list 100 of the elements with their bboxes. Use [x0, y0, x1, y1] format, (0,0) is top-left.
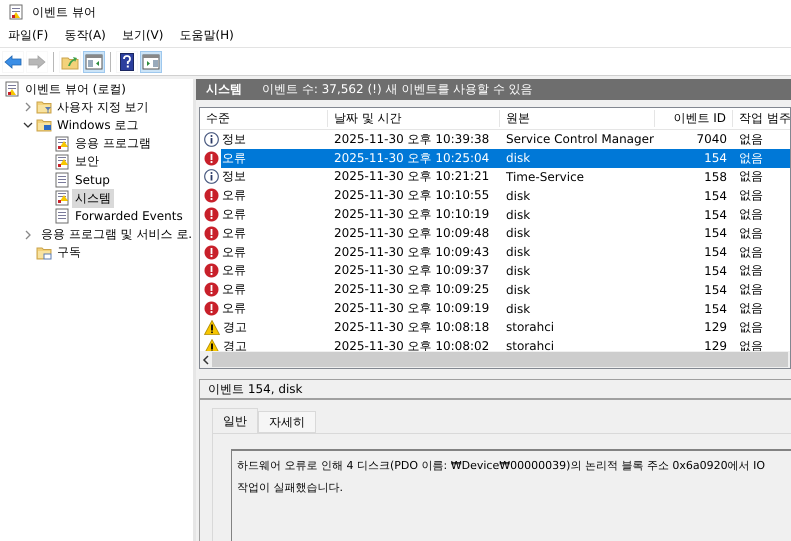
table-cell-text: 정보 — [221, 130, 247, 148]
back-arrow-icon — [4, 54, 22, 68]
menu-item[interactable]: 도움말(H) — [173, 25, 240, 46]
table-cell-text: Service Control Manager — [505, 131, 655, 148]
toolbar-button[interactable] — [140, 50, 162, 72]
table-cell-text: 오류 — [221, 281, 247, 298]
table-cell-text: 없음 — [738, 206, 764, 224]
table-cell-text: 오류 — [221, 224, 247, 242]
toolbar-button[interactable] — [83, 50, 105, 72]
event-count: 이벤트 수: 37,562 (!) 새 이벤트를 사용할 수 있음 — [262, 81, 533, 98]
table-cell-text: 2025-11-30 오후 10:09:43 — [333, 244, 490, 261]
table-cell-text: disk — [505, 225, 532, 242]
table-cell-text: disk — [505, 244, 532, 262]
menu-item[interactable]: 파일(F) — [2, 25, 54, 46]
tree-item[interactable]: Setup — [72, 172, 113, 188]
column-header[interactable]: 작업 범주 — [733, 110, 790, 127]
table-cell-text: disk — [505, 282, 532, 299]
pane-icon — [85, 54, 103, 70]
table-cell: 154 — [655, 148, 733, 168]
table-cell-text: 경고 — [222, 318, 248, 336]
table-cell-text: 154 — [703, 225, 728, 242]
table-cell-text: 오류 — [221, 187, 247, 204]
table-cell-text: 154 — [703, 282, 728, 299]
window-title: 이벤트 뷰어 — [32, 4, 96, 20]
table-cell-text: 129 — [703, 338, 728, 351]
help-icon — [120, 52, 134, 70]
table-cell-text: 오류 — [221, 262, 247, 280]
table-cell-text: 없음 — [738, 300, 764, 318]
table-cell-text: 없음 — [738, 244, 764, 261]
menu-item[interactable]: 동작(A) — [58, 25, 112, 46]
table-cell-text: 2025-11-30 오후 10:39:38 — [333, 130, 490, 148]
table-cell-text: 2025-11-30 오후 10:09:37 — [333, 262, 490, 280]
info-icon — [204, 132, 219, 147]
column-header[interactable]: 날짜 및 시간 — [328, 110, 500, 127]
tab[interactable]: 자세히 — [258, 411, 316, 433]
table-cell-text: 2025-11-30 오후 10:08:18 — [333, 318, 490, 336]
table-cell-text: Time-Service — [505, 168, 586, 186]
table-cell-text: 129 — [703, 319, 728, 336]
table-cell-text: 오류 — [221, 206, 247, 224]
table-cell-text: 경고 — [222, 338, 248, 351]
error-icon — [204, 282, 219, 298]
log-warning-icon — [54, 190, 70, 206]
tree-item[interactable]: 응용 프로그램 — [72, 134, 154, 154]
table-cell-text: 없음 — [738, 187, 764, 204]
error-icon — [204, 207, 219, 222]
table-cell-text: 7040 — [695, 131, 728, 148]
detail-title: 이벤트 154, disk — [208, 380, 302, 398]
tree-item[interactable]: 사용자 지정 보기 — [54, 98, 152, 117]
column-header[interactable]: 원본 — [500, 110, 655, 127]
table-cell: disk — [500, 148, 655, 168]
table-cell-text: 154 — [703, 206, 728, 224]
log-warning-icon — [54, 154, 70, 170]
column-header[interactable]: 이벤트 ID — [655, 110, 733, 127]
scrollbar-thumb[interactable] — [212, 352, 788, 367]
table-cell-text: storahci — [505, 338, 556, 351]
tree-item[interactable]: Forwarded Events — [72, 208, 186, 224]
error-icon — [204, 244, 219, 260]
computer-folder-icon — [36, 117, 52, 134]
table-cell-text: 정보 — [221, 168, 247, 186]
table-cell-text: 오류 — [221, 300, 247, 318]
table-cell-text: 154 — [703, 244, 728, 262]
table-cell-text: disk — [505, 300, 532, 318]
table-cell-text: 2025-11-30 오후 10:10:55 — [333, 187, 490, 204]
warning-icon — [204, 320, 220, 335]
error-icon — [204, 188, 219, 204]
column-header[interactable]: 수준 — [200, 110, 328, 127]
table-cell-text: disk — [505, 206, 532, 224]
tree-item[interactable]: 시스템 — [72, 188, 114, 208]
tree-item[interactable]: 보안 — [72, 152, 102, 172]
table-cell-text: disk — [505, 262, 532, 280]
scroll-left-icon[interactable] — [202, 354, 210, 364]
table-cell-text: 2025-11-30 오후 10:09:48 — [333, 224, 490, 242]
table-cell: 없음 — [733, 148, 790, 168]
menu-item[interactable]: 보기(V) — [116, 25, 170, 46]
table-cell-text: 없음 — [738, 130, 764, 148]
table-cell-text: 158 — [703, 168, 728, 186]
table-cell-text: 2025-11-30 오후 10:08:02 — [333, 338, 490, 351]
log-title: 시스템 — [206, 81, 242, 98]
table-cell-text: 154 — [703, 300, 728, 318]
error-icon — [204, 226, 219, 241]
table-cell-text: 없음 — [738, 281, 764, 298]
error-icon — [204, 263, 219, 278]
tab[interactable]: 일반 — [212, 408, 258, 433]
table-cell-text: 2025-11-30 오후 10:09:25 — [333, 281, 490, 298]
table-cell: 오류 — [221, 148, 328, 168]
table-cell-text: 없음 — [738, 262, 764, 280]
tree-item[interactable]: 응용 프로그램 및 서비스 로. — [38, 225, 193, 244]
tree-item[interactable]: 구독 — [54, 243, 84, 262]
tree-item[interactable]: 이벤트 뷰어 (로컬) — [22, 80, 129, 99]
log-warning-icon — [54, 136, 70, 152]
error-icon — [204, 301, 219, 316]
tree-item[interactable]: Windows 로그 — [54, 116, 142, 135]
table-cell-text: storahci — [505, 319, 556, 336]
log-icon — [54, 208, 70, 224]
table-cell: 2025-11-30 오후 10:25:04 — [328, 148, 500, 168]
subscription-folder-icon — [36, 244, 52, 261]
filter-folder-icon — [36, 99, 52, 116]
event-message: 하드웨어 오류로 인해 4 디스크(PDO 이름: ₩Device₩00000039)의 논리적 블록 주소 0x6a0920에서 IO 작업이 실패했습니다. — [237, 458, 766, 496]
info-icon — [204, 169, 219, 184]
table-cell-text: 오류 — [221, 244, 247, 261]
